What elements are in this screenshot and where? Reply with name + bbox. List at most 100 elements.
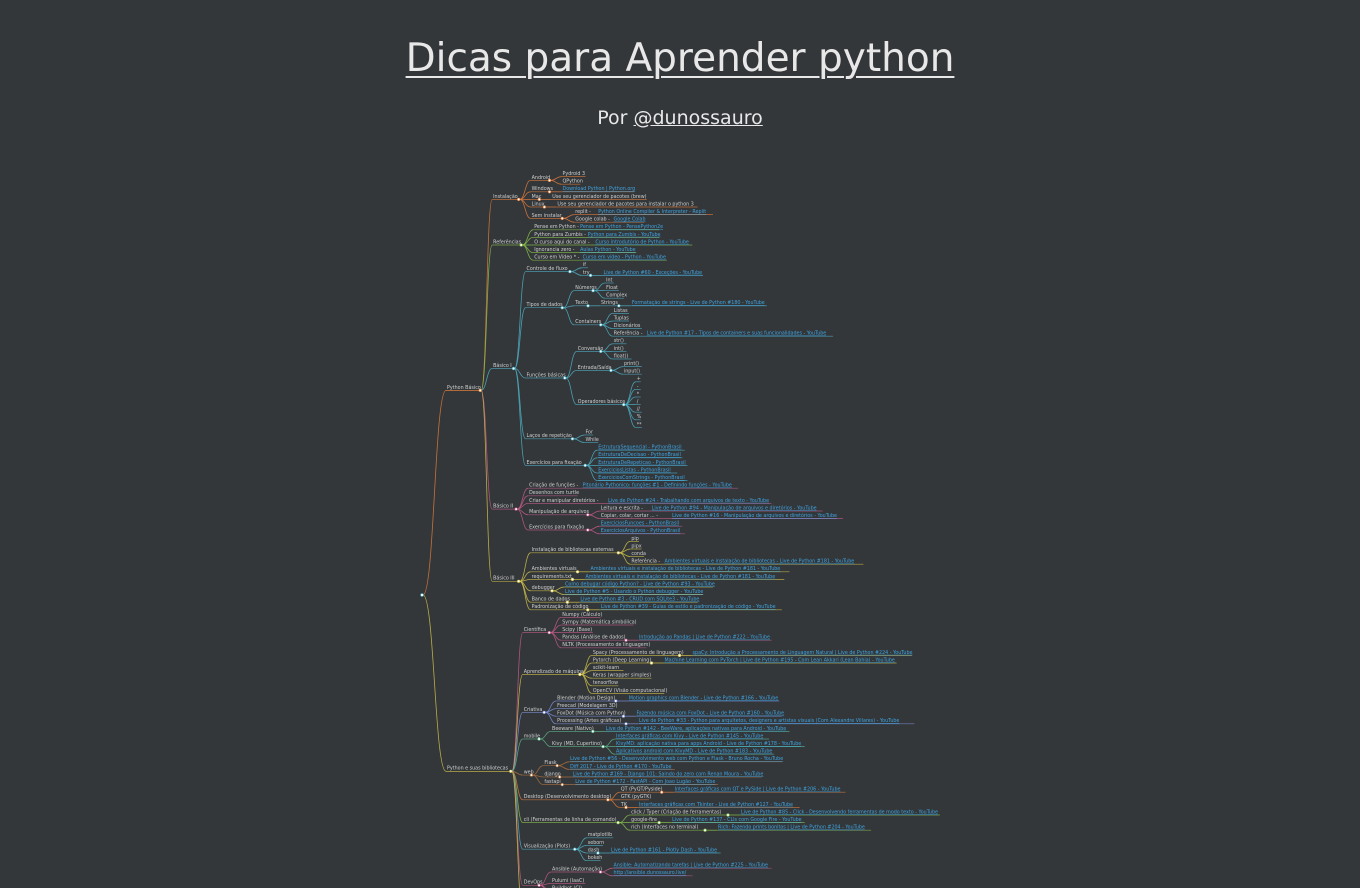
mindmap-leaf: Desenhos com turtle (529, 490, 579, 496)
mindmap-leaf: print() (624, 361, 639, 367)
node-label: Linux (532, 201, 545, 207)
node-link[interactable]: Live de Python #142 - BeeWare, aplicaçõe… (606, 726, 786, 732)
node-link[interactable]: EstruturaDeDecisao - PythonBrasil (598, 452, 681, 458)
connector (563, 307, 575, 326)
node-label: Kivy (MD, Cupertino) (552, 741, 602, 747)
node-link[interactable]: Live de Python #5 - Usando o Python debu… (565, 589, 703, 595)
mindmap-leaf: input() (624, 369, 640, 375)
node-link[interactable]: Live de Python #33 - Python para arquite… (639, 718, 899, 724)
node-link[interactable]: ExerciciosListas - PythonBrasil (598, 467, 671, 473)
node-link[interactable]: http://ansible.dunossauro.live/ (614, 870, 687, 876)
node-link[interactable]: Live de Python #85 - Click - Desenvolven… (741, 809, 938, 815)
node-label: Banco de dados (532, 597, 571, 603)
node-link[interactable]: Introdução ao Pandas | Live de Python #2… (639, 635, 770, 641)
mindmap-leaf: Referência - Live de Python #17 - Tipos … (614, 330, 827, 337)
mindmap-leaf: Interfaces gráficas com Tkinter - Live d… (639, 801, 793, 808)
node-link[interactable]: ExerciciosFuncoes - PythonBrasil (601, 521, 679, 527)
mindmap-topic: Tipos de dados (526, 302, 564, 308)
mindmap-leaf: Live de Python #169 - Django 101: Saindo… (573, 771, 764, 777)
node-dot (588, 273, 593, 278)
mindmap-topic: try (583, 270, 590, 276)
node-link[interactable]: spaCy: Introdução a Processamento de Lin… (693, 650, 913, 656)
node-link[interactable]: Python Online Compiler & Interpreter - R… (598, 209, 706, 215)
node-link[interactable]: Diff 2017 - Live de Python #170 - YouTub… (570, 764, 671, 770)
connector (511, 770, 524, 886)
mindmap-topic: google-fire (631, 817, 657, 823)
node-link[interactable]: Google Colab (614, 217, 646, 223)
node-link[interactable]: Live de Python #24 - Trabalhando com arq… (608, 498, 769, 504)
node-link[interactable]: Ambientes virtuais e instalação de bibli… (591, 566, 781, 572)
mindmap-topic: QT (PyQT/Pyside) (621, 787, 663, 793)
mindmap-leaf: ExerciciosFuncoes - PythonBrasil (601, 521, 679, 527)
node-link[interactable]: Live de Python #161 - Plotly Dash - YouT… (611, 847, 717, 853)
connector (601, 320, 613, 326)
node-label: tensorflow (593, 680, 618, 686)
node-link[interactable]: KivyMD: aplicação nativa para apps Andro… (616, 741, 801, 747)
mindmap-topic: Pytorch (Deep Learning) (593, 657, 651, 663)
node-link[interactable]: Interfaces gráficas com Kivy - Live de P… (616, 732, 763, 739)
node-link[interactable]: Download Python | Python.org (563, 186, 636, 192)
mindmap-leaf: Criação de funções - Pitonário Pythonico… (529, 482, 732, 489)
node-link[interactable]: EstruturaDeRepeticao - PythonBrasil (598, 460, 685, 466)
connector (539, 738, 552, 747)
node-link[interactable]: Interfaces gráficas com QT e PySide | Li… (675, 786, 841, 793)
node-label: Ambientes virtuais (532, 566, 578, 572)
node-link[interactable]: Aulas Python - YouTube (580, 247, 636, 253)
mindmap-leaf: Ambientes virtuais e instalação de bibli… (591, 566, 781, 572)
mindmap-leaf: Download Python | Python.org (563, 186, 636, 192)
node-label: Aprendizado de máquina (524, 668, 584, 675)
node-link[interactable]: Python para Zumbis - YouTube (588, 232, 661, 238)
node-link[interactable]: Live de Python #56 - Desenvolvimento web… (570, 756, 783, 762)
node-link[interactable]: Rich: Fazendo prints bonitos | Live de P… (718, 825, 865, 831)
node-link[interactable]: Ansible: Automatizando tarefas | Live de… (614, 863, 769, 869)
node-label: Visualização (Plots) (524, 844, 571, 850)
node-link[interactable]: Motion graphics com Blender - Live de Py… (629, 695, 778, 701)
node-label: Criação de funções - (529, 483, 578, 489)
node-link[interactable]: Ambientes virtuais e instalação de bibli… (665, 559, 855, 565)
mindmap-leaf: Live de Python #172 - FastAPI - Com Joao… (575, 779, 715, 785)
connector (575, 845, 587, 850)
mindmap-leaf: Referência - Ambientes virtuais e instal… (631, 558, 854, 565)
node-dot (570, 437, 575, 441)
node-link[interactable]: Como debugar código Python? - Live de Py… (565, 580, 715, 587)
node-link[interactable]: Live de Python #16 - Manipulação de arqu… (672, 512, 837, 519)
node-label: matplotlib (588, 832, 612, 838)
node-link[interactable]: ExerciciosComStrings - PythonBrasil (598, 475, 684, 481)
node-link[interactable]: Live de Python #17 - Tipos de containers… (647, 331, 826, 337)
mindmap-leaf: Ansible: Automatizando tarefas | Live de… (614, 863, 769, 869)
node-link[interactable]: Live de Python #94 - Manipulação de arqu… (652, 504, 817, 511)
node-link[interactable]: Machine Learning com PyTorch | Live de P… (665, 657, 895, 663)
node-dot (586, 513, 590, 517)
node-link[interactable]: EstruturaSequencial - PythonBrasil (598, 445, 681, 451)
node-link[interactable]: Curso em vídeo - Python - YouTube (583, 254, 666, 261)
node-link[interactable]: Formatação de strings - Live de Python #… (632, 300, 765, 306)
node-dot (703, 828, 707, 832)
node-dot (598, 870, 603, 874)
node-label: Google colab - (575, 217, 610, 223)
node-link[interactable]: Live de Python #39 - Guias de estilo e p… (601, 603, 776, 610)
node-label: Android (532, 175, 551, 181)
mindmap: Python Básico Instalação Android Pydroid 3 Q… (420, 171, 940, 888)
node-label: Blender (Motion Design) (557, 695, 615, 701)
node-label: Listas (614, 308, 628, 314)
node-link[interactable]: Ambientes virtuais e instalação de bibli… (585, 574, 775, 580)
node-link[interactable]: Interfaces gráficas com Tkinter - Live d… (639, 801, 793, 808)
branch-label: Python e suas bibliotecas (447, 766, 509, 772)
node-link[interactable]: Curso introdutório de Python - YouTube (595, 238, 689, 245)
node-link[interactable]: Live de Python #172 - FastAPI - Com Joao… (575, 779, 715, 785)
node-link[interactable]: Fazendo música com FoxDot - Live de Pyth… (636, 710, 784, 717)
node-link[interactable]: Live de Python #137 - CLIs com Google Fi… (672, 817, 802, 823)
mindmap-leaf: Criar e manipular diretórios - Live de P… (529, 497, 769, 504)
mindmap-topic: Processing (Artes gráficas) (557, 717, 621, 724)
node-link[interactable]: Aplicativos android com KivyMD - Live de… (616, 749, 772, 755)
node-link[interactable]: Live de Python #3 - CRUD com SQLite3 - Y… (580, 597, 699, 603)
mindmap-topic: Ansible (Automação) (552, 866, 602, 872)
node-link[interactable]: Pitonário Pythonico: funções #1 - Defini… (583, 482, 732, 489)
node-link[interactable]: Live de Python #60 - Exceções - YouTube (604, 270, 703, 276)
node-label: QPython (563, 179, 583, 185)
node-link[interactable]: ExerciciosArquivos - PythonBrasil (601, 528, 681, 534)
node-link[interactable]: Pense em Python - PensePython2e (580, 224, 663, 230)
node-label: input() (624, 369, 640, 375)
mindmap-topic: Strings (601, 300, 618, 306)
node-link[interactable]: Live de Python #169 - Django 101: Saindo… (573, 771, 764, 777)
